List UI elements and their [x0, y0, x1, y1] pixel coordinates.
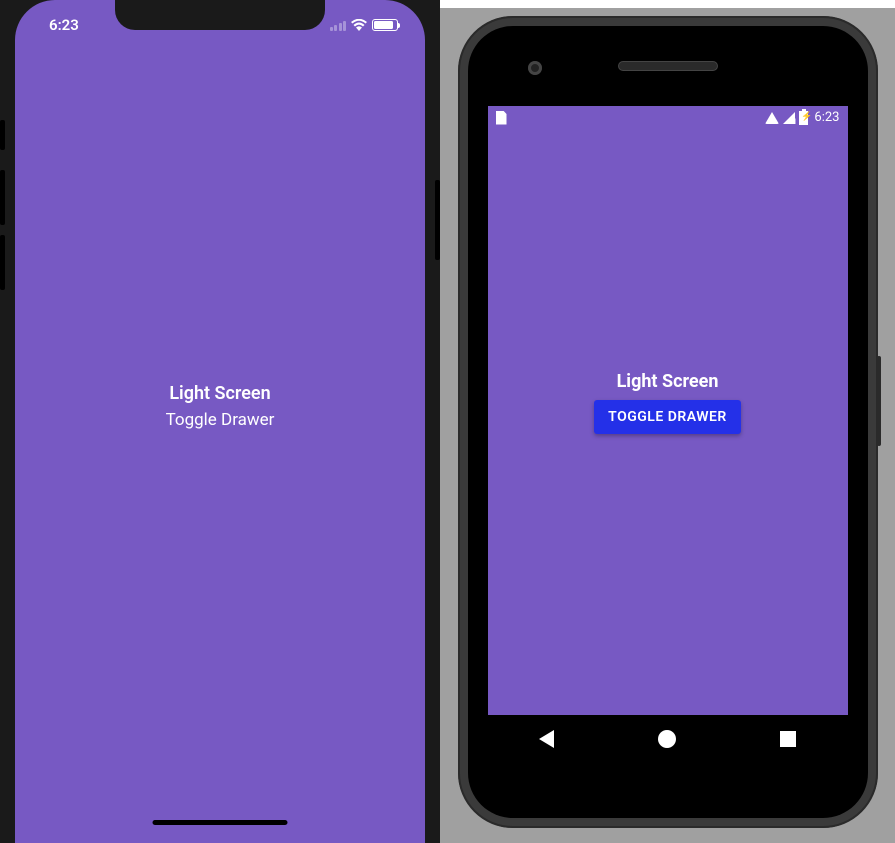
cellular-signal-icon: [783, 112, 795, 124]
battery-icon: [372, 19, 398, 31]
earpiece-speaker: [618, 61, 718, 71]
android-screen: ⚡ 6:23 Light Screen TOGGLE DRAWER: [488, 106, 848, 763]
android-clock: 6:23: [814, 110, 839, 125]
recent-apps-button-icon[interactable]: [780, 731, 796, 747]
iphone-volume-down: [0, 235, 5, 290]
ios-status-icons: [330, 19, 399, 31]
home-button-icon[interactable]: [658, 730, 676, 748]
android-power-button: [877, 356, 881, 446]
android-nav-bar: [488, 715, 848, 763]
android-status-bar: ⚡ 6:23: [488, 106, 848, 130]
ios-clock: 6:23: [49, 16, 79, 34]
android-status-icons: ⚡ 6:23: [765, 110, 839, 125]
toggle-drawer-button[interactable]: Toggle Drawer: [166, 410, 275, 430]
wifi-icon: [351, 19, 367, 31]
home-indicator[interactable]: [153, 820, 288, 825]
page-title: Light Screen: [169, 383, 270, 404]
android-top-bezel: [468, 26, 868, 106]
android-device: ⚡ 6:23 Light Screen TOGGLE DRAWER: [440, 0, 895, 843]
android-frame: ⚡ 6:23 Light Screen TOGGLE DRAWER: [458, 16, 878, 828]
iphone-volume-up: [0, 170, 5, 225]
cellular-signal-icon: [330, 20, 347, 31]
sd-card-icon: [496, 111, 507, 125]
android-bezel: ⚡ 6:23 Light Screen TOGGLE DRAWER: [468, 26, 868, 818]
ios-app-content: Light Screen Toggle Drawer: [15, 0, 425, 843]
page-title: Light Screen: [617, 371, 719, 392]
front-camera: [528, 61, 542, 75]
iphone-device: 6:23 Light Screen Toggle Drawer: [0, 0, 440, 843]
iphone-screen: 6:23 Light Screen Toggle Drawer: [15, 0, 425, 843]
iphone-mute-switch: [0, 120, 5, 150]
android-app-content: Light Screen TOGGLE DRAWER: [488, 130, 848, 715]
back-button-icon[interactable]: [539, 730, 554, 748]
battery-charging-icon: ⚡: [799, 111, 808, 125]
iphone-notch: [115, 0, 325, 30]
wifi-icon: [765, 112, 779, 124]
toggle-drawer-button[interactable]: TOGGLE DRAWER: [594, 400, 741, 434]
